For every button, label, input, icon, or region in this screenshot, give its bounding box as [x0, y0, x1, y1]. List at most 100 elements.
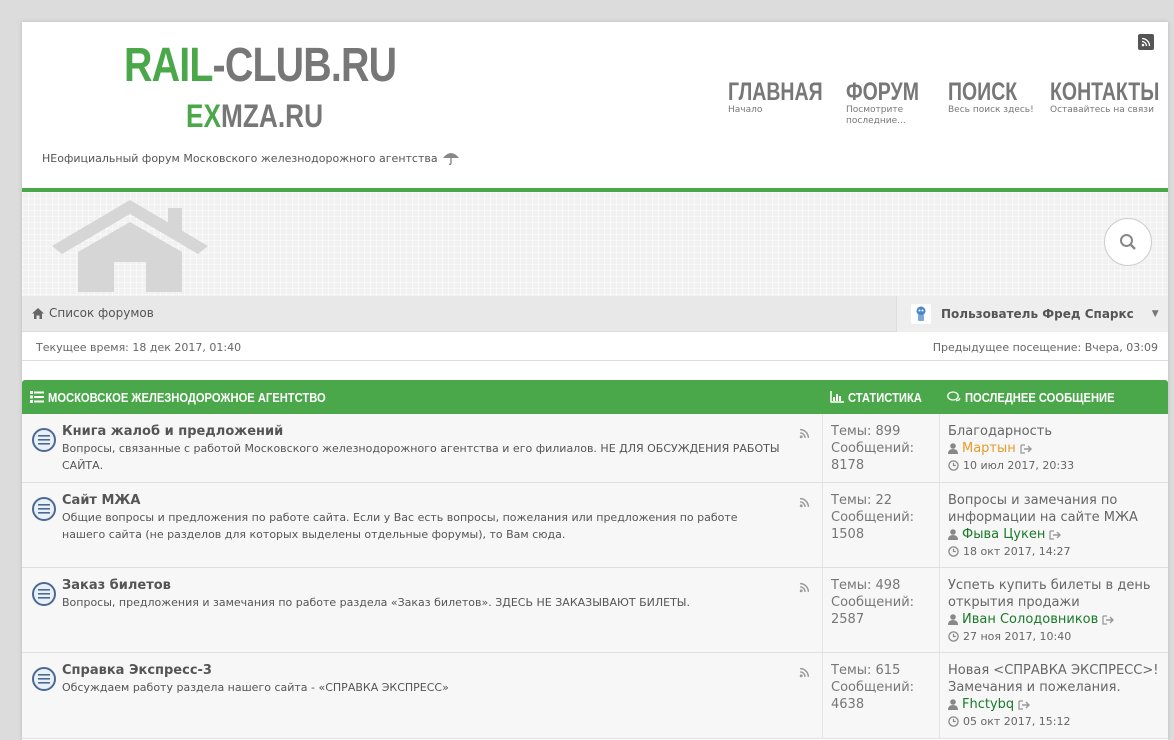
- top-navigation: ГЛАВНАЯ Начало ФОРУМ Посмотрите последни…: [728, 78, 1174, 127]
- category-title: МОСКОВСКОЕ ЖЕЛЕЗНОДОРОЖНОЕ АГЕНТСТВО: [48, 389, 326, 405]
- topics-count: Темы: 899: [831, 424, 901, 439]
- rss-icon[interactable]: [799, 582, 810, 593]
- clock-icon: [948, 460, 959, 471]
- last-post-header: ПОСЛЕДНЕЕ СООБЩЕНИЕ: [939, 380, 1168, 414]
- forum-stats: Темы: 899 Сообщений: 8178: [822, 414, 939, 482]
- forum-last-post: Новая <СПРАВКА ЭКСПРЕСС>! Замечания и по…: [939, 653, 1168, 738]
- nav-forum-sub: Посмотрите последние...: [846, 105, 906, 126]
- logo-ex: EX: [186, 98, 222, 134]
- last-post-username[interactable]: Мартын: [962, 440, 1016, 457]
- forum-description: Общие вопросы и предложения по работе са…: [62, 511, 738, 541]
- last-post-link[interactable]: Благодарность: [948, 423, 1160, 440]
- posts-count: 1508: [831, 527, 865, 542]
- posts-label: Сообщений:: [831, 510, 915, 525]
- search-button[interactable]: [1104, 218, 1152, 266]
- last-post-link[interactable]: Успеть купить билеты в день открытия про…: [948, 577, 1160, 611]
- last-post-title: ПОСЛЕДНЕЕ СООБЩЕНИЕ: [965, 389, 1115, 405]
- go-to-post-icon[interactable]: [1049, 529, 1062, 540]
- forum-row: Заказ билетов Вопросы, предложения и зам…: [22, 568, 1168, 653]
- site-logo[interactable]: RAIL-CLUB.RU: [124, 38, 397, 93]
- forum-list: МОСКОВСКОЕ ЖЕЛЕЗНОДОРОЖНОЕ АГЕНТСТВО СТА…: [22, 380, 1168, 739]
- last-post-username[interactable]: Иван Солодовников: [962, 611, 1098, 628]
- site-logo-secondary[interactable]: EXMZA.RU: [186, 98, 323, 135]
- logo-mza: MZA.RU: [221, 98, 324, 134]
- forum-row: Книга жалоб и предложений Вопросы, связа…: [22, 414, 1168, 483]
- stats-title: СТАТИСТИКА: [848, 389, 922, 405]
- logo-rail: RAIL: [124, 39, 213, 92]
- go-to-post-icon[interactable]: [1018, 699, 1031, 710]
- forum-info: Справка Экспресс-3 Обсуждаем работу разд…: [22, 653, 822, 738]
- forum-read-icon: [32, 497, 56, 521]
- last-post-date: 05 окт 2017, 15:12: [948, 713, 1160, 730]
- forum-info: Заказ билетов Вопросы, предложения и зам…: [22, 568, 822, 652]
- posts-count: 4638: [831, 697, 865, 712]
- last-post-link[interactable]: Новая <СПРАВКА ЭКСПРЕСС>! Замечания и по…: [948, 662, 1160, 696]
- go-to-post-icon[interactable]: [1020, 443, 1032, 454]
- breadcrumb[interactable]: Список форумов: [32, 306, 154, 320]
- rss-icon[interactable]: [799, 667, 810, 678]
- posts-label: Сообщений:: [831, 680, 915, 695]
- posts-label: Сообщений:: [831, 441, 915, 456]
- user-icon: [948, 529, 958, 540]
- forum-category-header[interactable]: МОСКОВСКОЕ ЖЕЛЕЗНОДОРОЖНОЕ АГЕНТСТВО: [22, 380, 822, 414]
- nav-contacts[interactable]: КОНТАКТЫ Оставайтесь на связи: [1050, 78, 1170, 127]
- clock-icon: [948, 546, 959, 557]
- forum-row: Справка Экспресс-3 Обсуждаем работу разд…: [22, 653, 1168, 739]
- nav-search[interactable]: ПОИСК Весь поиск здесь!: [948, 78, 1040, 127]
- forum-description: Вопросы, предложения и замечания по рабо…: [62, 596, 690, 609]
- user-icon: [948, 699, 958, 710]
- forum-header: МОСКОВСКОЕ ЖЕЛЕЗНОДОРОЖНОЕ АГЕНТСТВО СТА…: [22, 380, 1168, 414]
- last-visit: Предыдущее посещение: Вчера, 03:09: [932, 341, 1158, 354]
- rss-icon[interactable]: [799, 497, 810, 508]
- logo-club: -CLUB.RU: [212, 39, 397, 92]
- comments-icon: [947, 391, 961, 402]
- last-post-username[interactable]: Фыва Цукен: [962, 526, 1045, 543]
- nav-forum[interactable]: ФОРУМ Посмотрите последние...: [846, 78, 938, 127]
- forum-read-icon: [32, 667, 56, 691]
- bar-chart-icon: [830, 391, 844, 403]
- user-icon: [948, 614, 958, 625]
- breadcrumb-forums[interactable]: Список форумов: [49, 306, 154, 320]
- clock-icon: [948, 631, 959, 642]
- go-to-post-icon[interactable]: [1102, 614, 1115, 625]
- user-menu[interactable]: Пользователь Фред Спаркс ▼: [896, 296, 1168, 332]
- nav-contacts-label: КОНТАКТЫ: [1050, 78, 1160, 106]
- forum-description: Вопросы, связанные с работой Московского…: [62, 442, 780, 472]
- last-post-author: Фыва Цукен: [948, 526, 1160, 543]
- topics-count: Темы: 22: [831, 493, 893, 508]
- posts-count: 8178: [831, 458, 865, 473]
- topics-count: Темы: 615: [831, 663, 901, 678]
- umbrella-icon: [442, 153, 459, 166]
- last-post-date: 27 ноя 2017, 10:40: [948, 628, 1160, 645]
- search-icon: [1120, 234, 1136, 250]
- forum-info: Книга жалоб и предложений Вопросы, связа…: [22, 414, 822, 482]
- banner: [22, 192, 1168, 296]
- nav-home[interactable]: ГЛАВНАЯ Начало: [728, 78, 836, 127]
- home-icon: [32, 307, 44, 319]
- last-post-username[interactable]: Fhctybq: [962, 696, 1014, 713]
- forum-row: Сайт МЖА Общие вопросы и предложения по …: [22, 483, 1168, 568]
- rss-icon[interactable]: [799, 428, 810, 439]
- last-post-date: 18 окт 2017, 14:27: [948, 543, 1160, 560]
- avatar: [911, 304, 931, 324]
- forum-title[interactable]: Сайт МЖА: [62, 493, 782, 508]
- current-time: Текущее время: 18 дек 2017, 01:40: [36, 341, 242, 354]
- username: Пользователь Фред Спаркс: [941, 307, 1134, 321]
- forum-description: Обсуждаем работу раздела нашего сайта - …: [62, 681, 449, 694]
- tagline-text: НЕофициальный форум Московского железнод…: [42, 151, 438, 165]
- page-wrapper: RAIL-CLUB.RU EXMZA.RU НЕофициальный фору…: [22, 22, 1168, 740]
- forum-info: Сайт МЖА Общие вопросы и предложения по …: [22, 483, 822, 567]
- posts-label: Сообщений:: [831, 595, 915, 610]
- forum-stats: Темы: 615 Сообщений: 4638: [822, 653, 939, 738]
- last-post-author: Fhctybq: [948, 696, 1160, 713]
- nav-bar: Список форумов Пользователь Фред Спаркс …: [22, 296, 1168, 332]
- stats-header: СТАТИСТИКА: [822, 380, 939, 414]
- forum-title[interactable]: Книга жалоб и предложений: [62, 424, 782, 439]
- list-icon: [30, 391, 44, 403]
- last-post-time: 27 ноя 2017, 10:40: [963, 630, 1072, 643]
- last-post-link[interactable]: Вопросы и замечания по информации на сай…: [948, 492, 1160, 526]
- forum-title[interactable]: Заказ билетов: [62, 578, 782, 593]
- nav-forum-label: ФОРУМ: [846, 78, 919, 106]
- rss-icon[interactable]: [1138, 34, 1154, 50]
- forum-title[interactable]: Справка Экспресс-3: [62, 663, 782, 678]
